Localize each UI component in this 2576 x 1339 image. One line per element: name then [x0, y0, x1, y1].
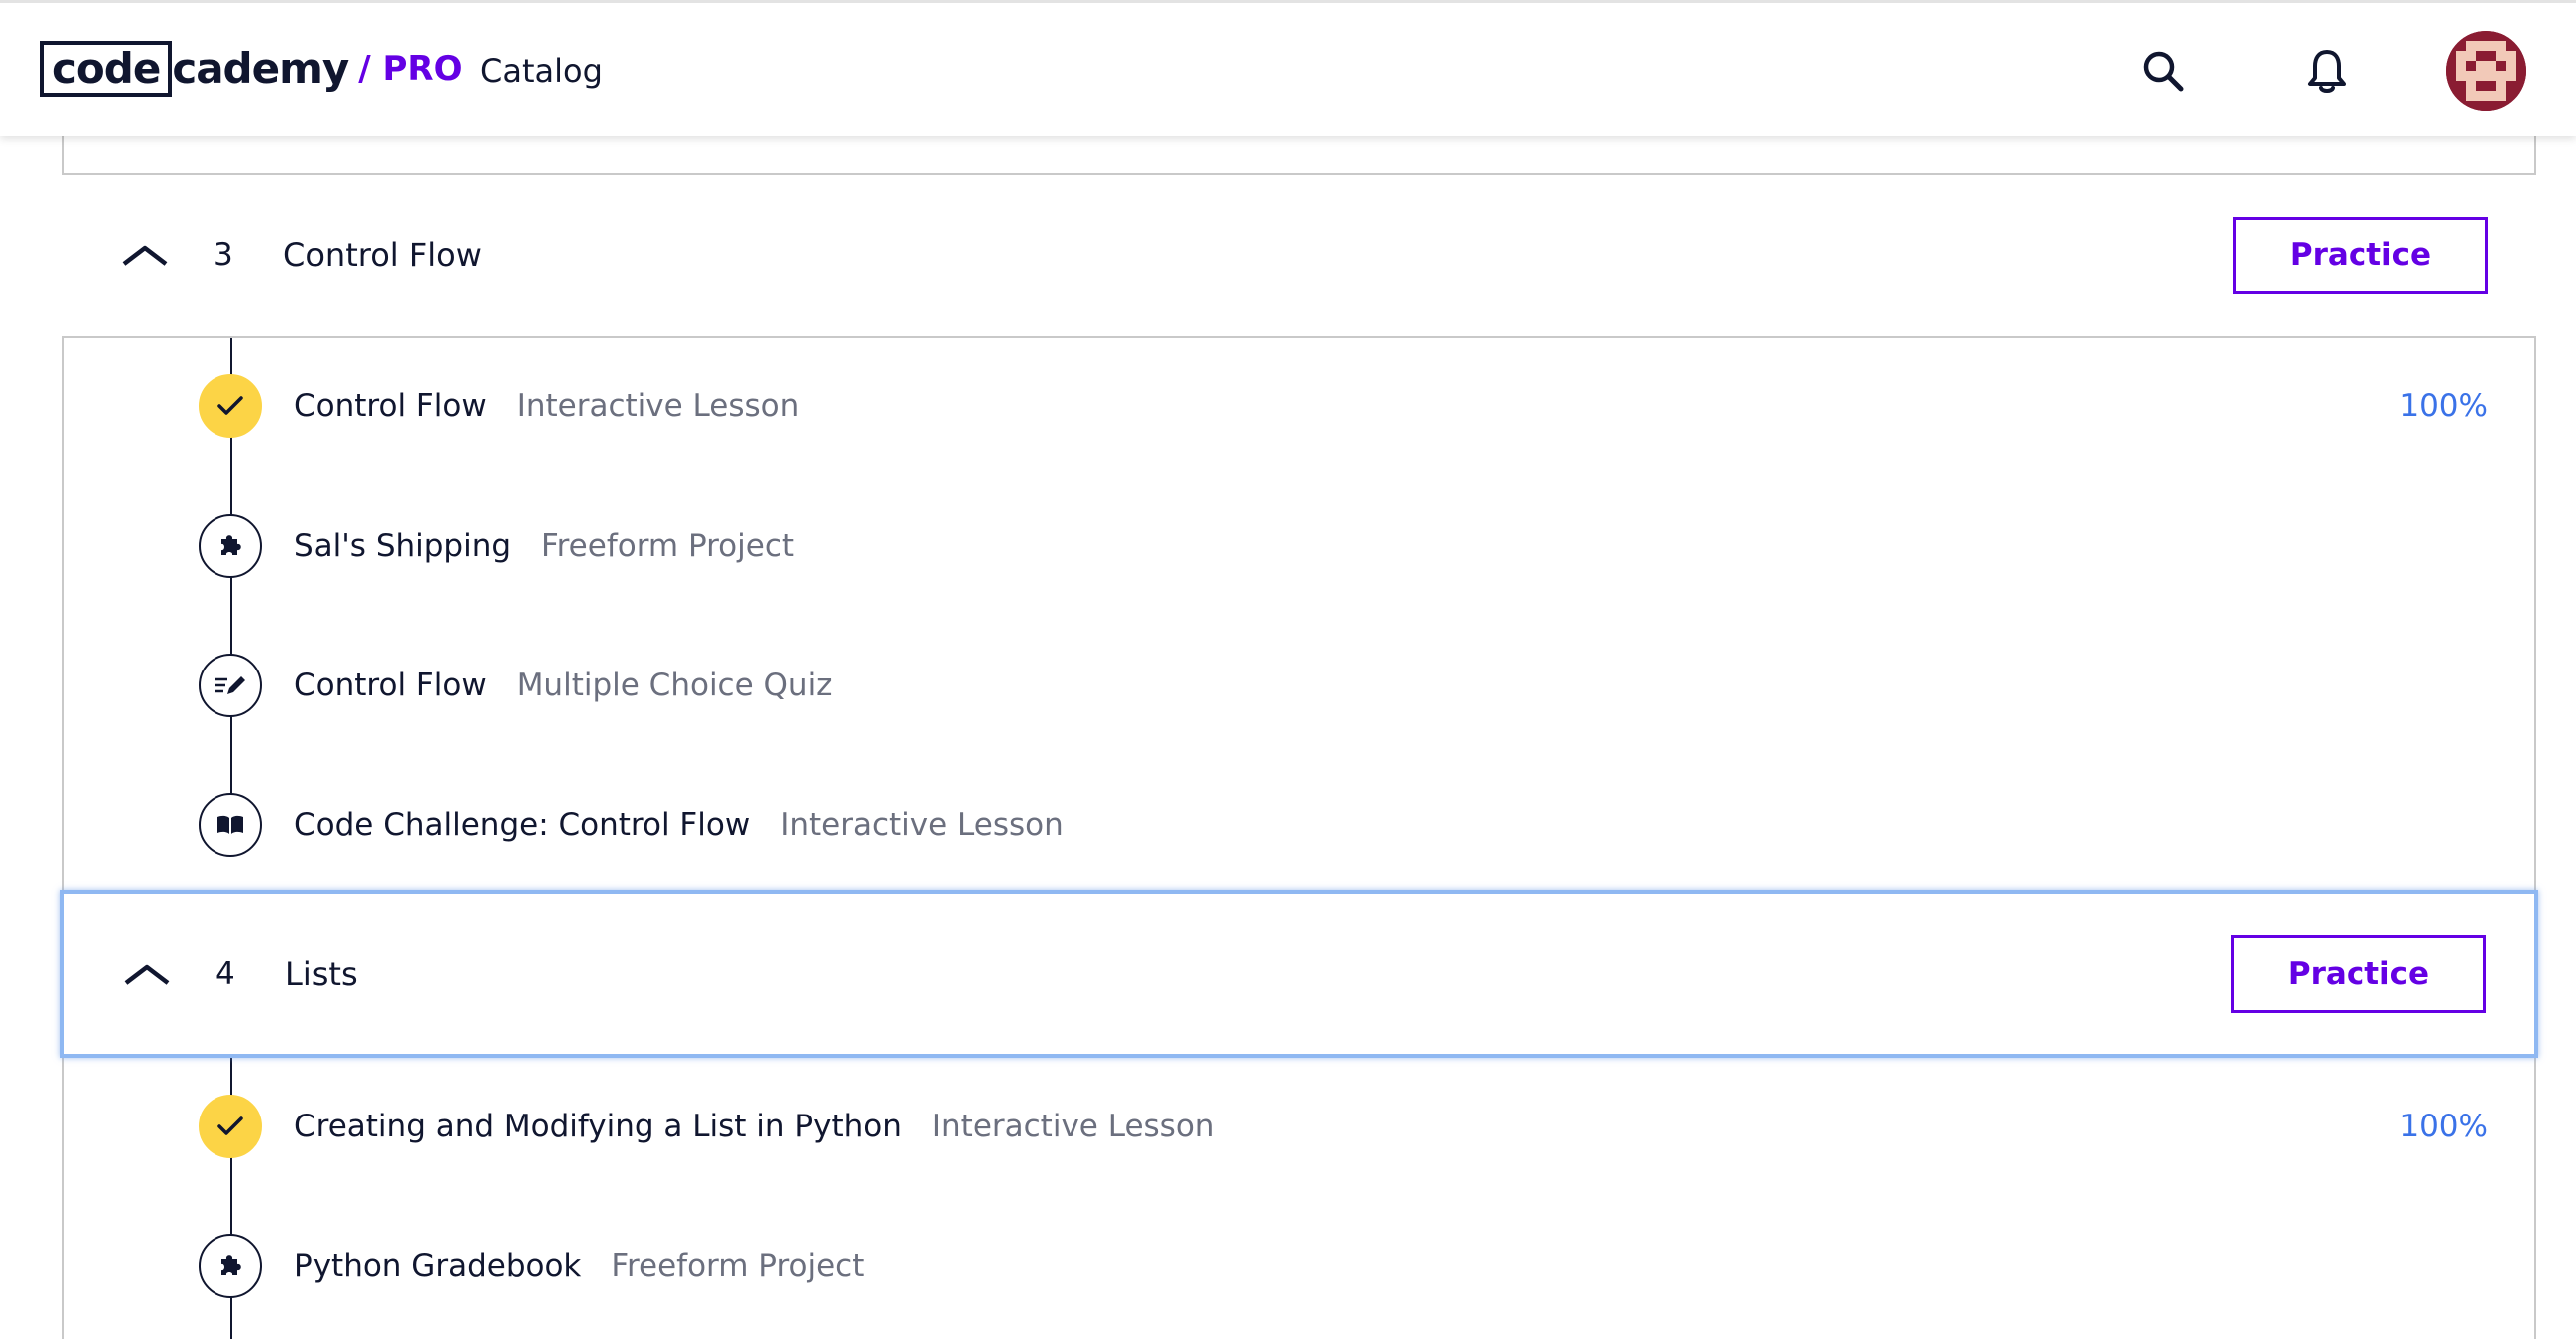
lesson-item[interactable]: Python Gradebook Freeform Project	[62, 1231, 2536, 1301]
top-navigation: code cademy / PRO Catalog	[0, 0, 2576, 136]
lesson-type: Interactive Lesson	[931, 1109, 1215, 1144]
module-header-control-flow[interactable]: 3 Control Flow Practice	[62, 175, 2536, 338]
practice-button[interactable]: Practice	[2233, 217, 2488, 294]
lesson-progress-percent: 100%	[2399, 388, 2488, 424]
check-icon	[199, 1095, 262, 1158]
lesson-title: Python Gradebook	[294, 1248, 582, 1284]
module-title: Lists	[285, 955, 358, 993]
module-title: Control Flow	[283, 236, 482, 274]
bell-icon[interactable]	[2299, 43, 2355, 99]
lesson-title: Sal's Shipping	[294, 528, 512, 564]
puzzle-icon	[199, 1234, 262, 1298]
lesson-type: Multiple Choice Quiz	[516, 668, 833, 703]
lesson-type: Interactive Lesson	[780, 807, 1064, 843]
lesson-item[interactable]: Code Challenge: Control Flow Interactive …	[62, 790, 2536, 860]
logo-cademy-text: cademy	[172, 44, 349, 93]
practice-button[interactable]: Practice	[2231, 935, 2486, 1013]
lesson-title: Control Flow	[294, 388, 487, 424]
module-header-lists[interactable]: 4 Lists Practice	[60, 890, 2538, 1058]
lesson-item[interactable]: Creating and Modifying a List in Python I…	[62, 1092, 2536, 1161]
book-icon	[199, 793, 262, 857]
logo-pro-badge: / PRO	[358, 49, 463, 89]
lesson-title: Control Flow	[294, 668, 487, 703]
chevron-up-icon[interactable]	[122, 959, 172, 989]
lesson-item[interactable]: Control Flow Multiple Choice Quiz	[62, 651, 2536, 720]
quiz-pencil-icon	[199, 654, 262, 717]
codecademy-pro-logo[interactable]: code cademy / PRO	[40, 41, 463, 97]
check-icon	[199, 374, 262, 438]
module-number: 3	[214, 237, 233, 273]
lesson-type: Freeform Project	[541, 528, 795, 564]
puzzle-icon	[199, 514, 262, 578]
lesson-title: Creating and Modifying a List in Python	[294, 1109, 902, 1144]
lesson-type: Freeform Project	[611, 1248, 865, 1284]
user-avatar[interactable]	[2446, 31, 2526, 111]
lesson-progress-percent: 100%	[2399, 1109, 2488, 1144]
catalog-link[interactable]: Catalog	[480, 49, 603, 93]
lesson-item[interactable]: Sal's Shipping Freeform Project	[62, 511, 2536, 581]
lesson-item[interactable]: Control Flow Interactive Lesson 100%	[62, 371, 2536, 441]
module-number: 4	[215, 956, 235, 992]
search-icon[interactable]	[2135, 43, 2191, 99]
lesson-type: Interactive Lesson	[516, 388, 800, 424]
chevron-up-icon[interactable]	[120, 240, 170, 270]
logo-code-box: code	[40, 41, 173, 97]
lesson-title: Code Challenge: Control Flow	[294, 807, 751, 843]
